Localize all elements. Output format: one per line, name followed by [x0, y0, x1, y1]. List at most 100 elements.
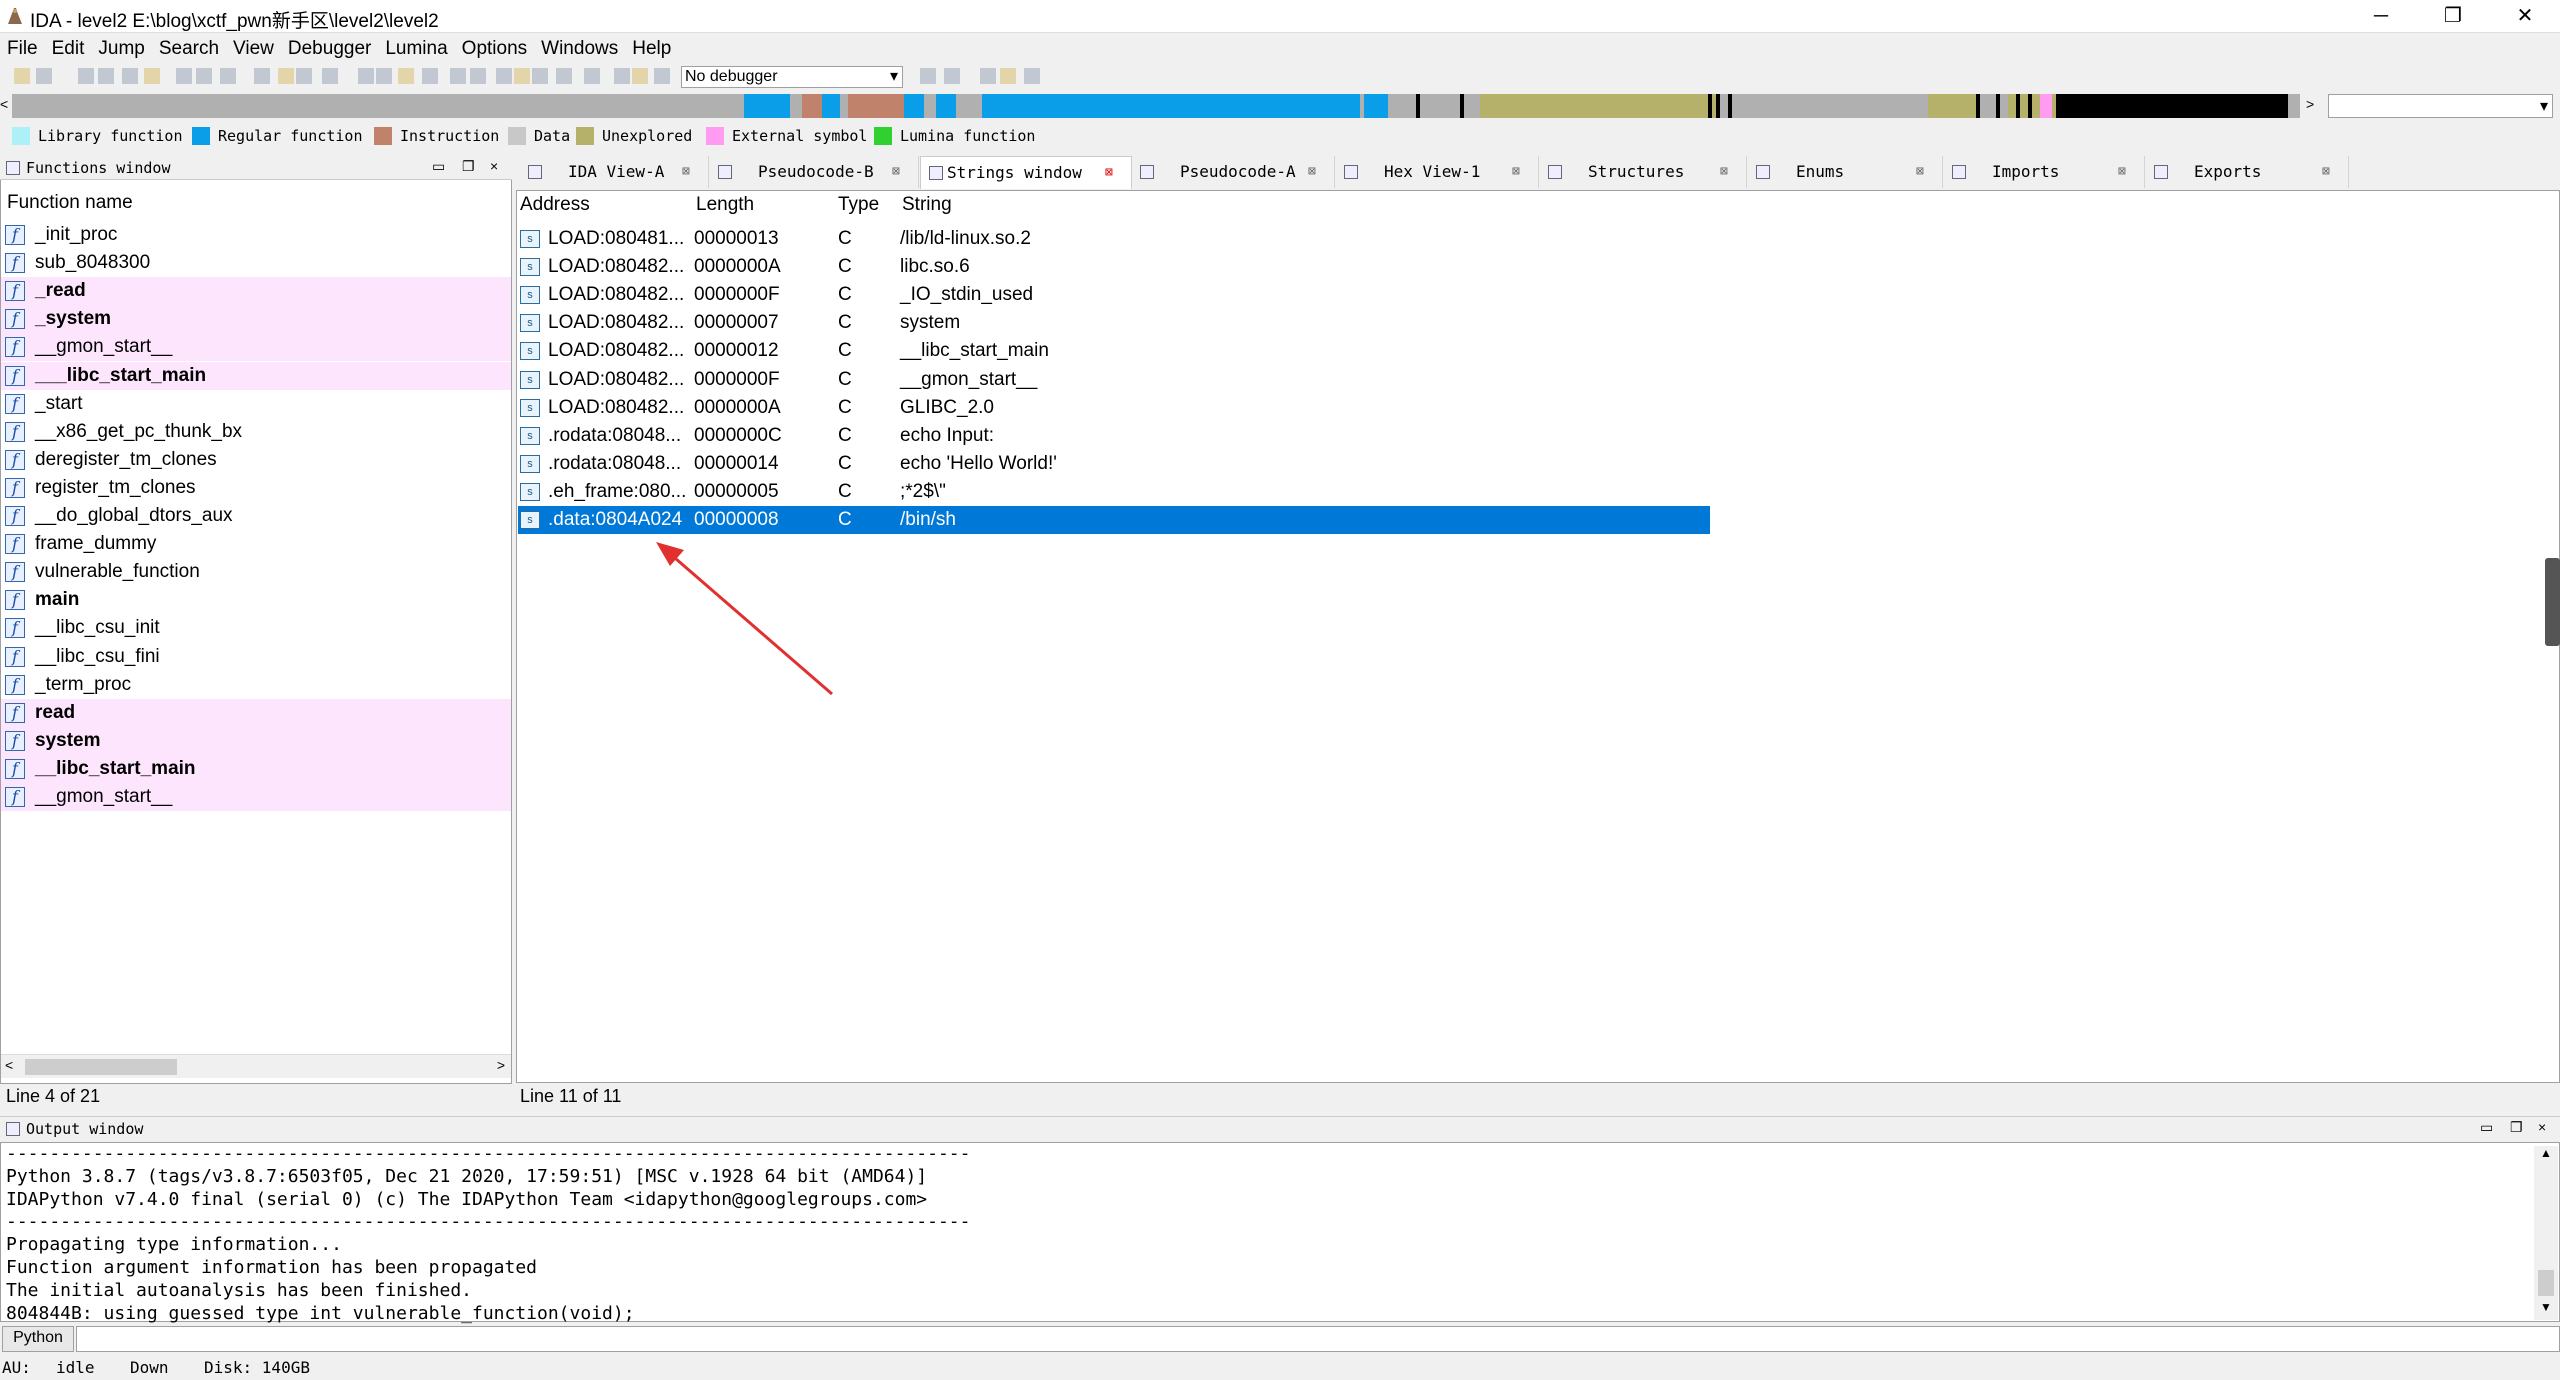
menu-options[interactable]: Options	[455, 34, 534, 60]
toolbar-button-icon[interactable]	[296, 68, 312, 84]
tab-close-icon[interactable]: ⊠	[1308, 156, 1316, 188]
tab-close-icon[interactable]: ⊠	[2322, 156, 2330, 188]
toolbar-button-icon[interactable]	[1024, 68, 1040, 84]
tab-pseudocode-b[interactable]: Pseudocode-B ⊠	[710, 156, 919, 188]
toolbar-button-icon[interactable]	[176, 68, 192, 84]
scroll-thumb[interactable]	[2538, 1270, 2554, 1296]
function-row[interactable]: f system	[1, 726, 511, 755]
minimize-button[interactable]: ─	[2346, 0, 2416, 33]
function-row[interactable]: f __x86_get_pc_thunk_bx	[1, 418, 511, 446]
tab-ida-view-a[interactable]: IDA View-A ⊠	[520, 156, 709, 188]
function-row[interactable]: f _start	[1, 390, 511, 418]
tab-close-icon[interactable]: ⊠	[2118, 156, 2126, 188]
function-row[interactable]: f __libc_csu_init	[1, 614, 511, 642]
toolbar-button-icon[interactable]	[514, 68, 530, 84]
tab-structures[interactable]: Structures ⊠	[1540, 156, 1747, 188]
menu-jump[interactable]: Jump	[91, 34, 151, 60]
toolbar-button-icon[interactable]	[398, 68, 414, 84]
column-header-string[interactable]: String	[902, 194, 952, 216]
menu-edit[interactable]: Edit	[45, 34, 92, 60]
toolbar-button-icon[interactable]	[654, 68, 670, 84]
function-row[interactable]: f ___libc_start_main	[1, 361, 511, 390]
function-row[interactable]: f main	[1, 586, 511, 614]
toolbar-button-icon[interactable]	[450, 68, 466, 84]
output-vertical-scrollbar[interactable]: ▲ ▼	[2534, 1146, 2558, 1320]
toolbar-button-icon[interactable]	[556, 68, 572, 84]
toolbar-button-icon[interactable]	[36, 68, 52, 84]
toolbar-button-icon[interactable]	[632, 68, 648, 84]
string-row[interactable]: s LOAD:080482... 00000012 C __libc_start_mai…	[518, 337, 1710, 365]
string-row[interactable]: s .rodata:08048... 00000014 Cecho 'Hello Wo…	[518, 450, 1710, 478]
string-row[interactable]: s .rodata:08048... 0000000C Cecho Input:	[518, 422, 1710, 450]
nav-scale-select[interactable]: ▾	[2328, 94, 2553, 118]
toolbar-button-icon[interactable]	[422, 68, 438, 84]
toolbar-button-icon[interactable]	[1000, 68, 1016, 84]
toolbar-button-icon[interactable]	[196, 68, 212, 84]
scroll-down-icon[interactable]: ▼	[2540, 1300, 2552, 1314]
string-row[interactable]: s LOAD:080482... 00000007 Csystem	[518, 309, 1710, 337]
function-row[interactable]: f __libc_start_main	[1, 754, 511, 783]
tab-exports[interactable]: Exports ⊠	[2146, 156, 2349, 188]
functions-horizontal-scrollbar[interactable]: < >	[1, 1054, 511, 1078]
column-header-type[interactable]: Type	[838, 194, 879, 216]
toolbar-button-icon[interactable]	[278, 68, 294, 84]
toolbar-button-icon[interactable]	[614, 68, 630, 84]
function-row[interactable]: f register_tm_clones	[1, 474, 511, 502]
scroll-thumb[interactable]	[25, 1059, 177, 1075]
tab-enums[interactable]: Enums ⊠	[1748, 156, 1943, 188]
scroll-up-icon[interactable]: ▲	[2540, 1146, 2552, 1160]
panel-close-icon[interactable]: ×	[2538, 1119, 2546, 1135]
toolbar-button-icon[interactable]	[144, 68, 160, 84]
function-row[interactable]: f deregister_tm_clones	[1, 446, 511, 474]
string-row[interactable]: s .eh_frame:080... 00000005 C ;*2$\"	[518, 478, 1710, 506]
function-row[interactable]: f read	[1, 698, 511, 727]
debugger-select[interactable]: No debugger ▾	[681, 66, 903, 88]
toolbar-button-icon[interactable]	[584, 68, 600, 84]
panel-restore-icon[interactable]: ▭	[2480, 1119, 2493, 1136]
tab-strings-window[interactable]: Strings window ⊠	[920, 156, 1132, 189]
toolbar-button-icon[interactable]	[14, 68, 30, 84]
string-row[interactable]: s LOAD:080482... 0000000F C __gmon_start__	[518, 366, 1710, 394]
menu-windows[interactable]: Windows	[534, 34, 625, 60]
nav-right-arrow-icon[interactable]: >	[2306, 96, 2314, 112]
function-name-column-header[interactable]: Function name	[1, 188, 511, 218]
function-row[interactable]: f _read	[1, 277, 511, 306]
toolbar-button-icon[interactable]	[220, 68, 236, 84]
function-row[interactable]: f vulnerable_function	[1, 558, 511, 586]
panel-float-icon[interactable]: ❐	[2510, 1119, 2523, 1136]
function-row[interactable]: f __libc_csu_fini	[1, 643, 511, 671]
toolbar-button-icon[interactable]	[376, 68, 392, 84]
nav-left-arrow-icon[interactable]: <	[0, 96, 8, 112]
tab-hex-view-1[interactable]: Hex View-1 ⊠	[1336, 156, 1539, 188]
toolbar-button-icon[interactable]	[944, 68, 960, 84]
python-command-input[interactable]	[76, 1326, 2560, 1352]
string-row[interactable]: s LOAD:080482... 0000000A Clibc.so.6	[518, 253, 1710, 281]
function-row[interactable]: f frame_dummy	[1, 530, 511, 558]
tab-close-icon[interactable]: ⊠	[1512, 156, 1520, 188]
column-header-length[interactable]: Length	[696, 194, 754, 216]
panel-close-icon[interactable]: ×	[490, 158, 498, 174]
function-row[interactable]: f __do_global_dtors_aux	[1, 502, 511, 530]
toolbar-button-icon[interactable]	[532, 68, 548, 84]
tab-close-icon[interactable]: ⊠	[1720, 156, 1728, 188]
toolbar-button-icon[interactable]	[920, 68, 936, 84]
tab-close-icon[interactable]: ⊠	[1105, 157, 1113, 189]
function-row[interactable]: f __gmon_start__	[1, 333, 511, 362]
tab-close-icon[interactable]: ⊠	[1916, 156, 1924, 188]
python-language-button[interactable]: Python	[2, 1326, 74, 1352]
tab-close-icon[interactable]: ⊠	[892, 156, 900, 188]
scroll-right-icon[interactable]: >	[497, 1057, 505, 1073]
tab-pseudocode-a[interactable]: Pseudocode-A ⊠	[1132, 156, 1335, 188]
close-button[interactable]: ✕	[2490, 0, 2560, 33]
menu-lumina[interactable]: Lumina	[378, 34, 454, 60]
tab-close-icon[interactable]: ⊠	[682, 156, 690, 188]
menu-view[interactable]: View	[226, 34, 281, 60]
menu-file[interactable]: File	[0, 34, 45, 60]
string-row[interactable]: s LOAD:080482... 0000000F C _IO_stdin_used	[518, 281, 1710, 309]
tab-imports[interactable]: Imports ⊠	[1944, 156, 2145, 188]
function-row[interactable]: f __gmon_start__	[1, 783, 511, 811]
toolbar-button-icon[interactable]	[122, 68, 138, 84]
menu-search[interactable]: Search	[152, 34, 226, 60]
scroll-left-icon[interactable]: <	[5, 1057, 13, 1073]
column-header-address[interactable]: Address	[520, 194, 590, 216]
